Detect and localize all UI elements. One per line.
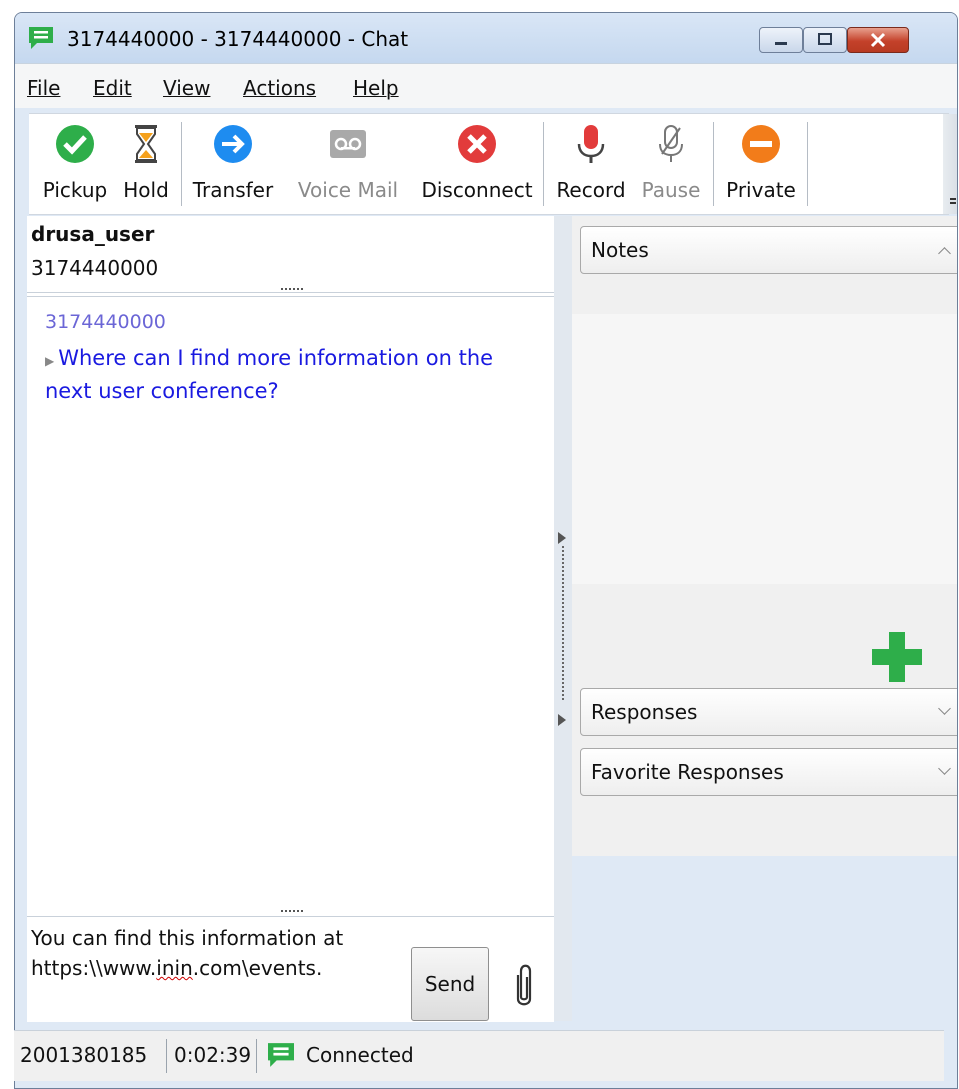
pause-button[interactable]: Pause bbox=[635, 124, 707, 210]
notes-label: Notes bbox=[591, 238, 649, 262]
collapse-arrow-icon[interactable] bbox=[558, 714, 566, 726]
record-label: Record bbox=[556, 178, 626, 202]
menu-bar: File Edit View Actions Help bbox=[15, 63, 957, 108]
microphone-icon bbox=[577, 125, 605, 163]
menu-view[interactable]: View bbox=[163, 76, 210, 100]
chat-transcript[interactable]: 3174440000 ▶ Where can I find more inform… bbox=[27, 296, 554, 907]
compose-area[interactable]: You can find this information at https:\… bbox=[27, 916, 554, 1022]
transfer-button[interactable]: Transfer bbox=[191, 124, 275, 210]
call-timer: 0:02:39 bbox=[174, 1043, 252, 1067]
close-icon bbox=[870, 32, 886, 48]
check-icon bbox=[56, 125, 94, 163]
spelling-error: inin bbox=[156, 956, 193, 980]
voicemail-button[interactable]: Voice Mail bbox=[289, 124, 407, 210]
chevron-down-icon bbox=[938, 702, 951, 715]
hold-label: Hold bbox=[123, 178, 169, 202]
maximize-icon bbox=[818, 33, 832, 45]
minimize-button[interactable] bbox=[759, 27, 803, 53]
pickup-label: Pickup bbox=[42, 178, 108, 202]
minimize-icon bbox=[775, 42, 787, 45]
pane-splitter[interactable] bbox=[554, 216, 572, 1021]
toolbar-separator bbox=[543, 122, 544, 206]
disconnect-label: Disconnect bbox=[421, 178, 533, 202]
title-bar: 3174440000 - 3174440000 - Chat bbox=[15, 13, 957, 63]
close-button[interactable] bbox=[847, 27, 909, 53]
menu-actions[interactable]: Actions bbox=[243, 76, 316, 100]
toolbar-separator bbox=[807, 122, 808, 206]
responses-label: Responses bbox=[591, 700, 698, 724]
menu-edit[interactable]: Edit bbox=[93, 76, 132, 100]
transfer-arrow-icon bbox=[214, 125, 252, 163]
menu-help[interactable]: Help bbox=[353, 76, 399, 100]
send-button[interactable]: Send bbox=[411, 947, 489, 1021]
microphone-muted-icon bbox=[659, 125, 683, 162]
private-minus-icon bbox=[742, 125, 780, 163]
conversation-pane: drusa_user 3174440000 3174440000 ▶ Where … bbox=[27, 216, 554, 1022]
resize-grip[interactable] bbox=[281, 288, 303, 293]
contact-number: 3174440000 bbox=[31, 256, 159, 280]
favorite-responses-label: Favorite Responses bbox=[591, 760, 784, 784]
contact-name: drusa_user bbox=[31, 222, 155, 246]
expand-arrow-icon: ▶ bbox=[45, 354, 55, 368]
message-body: Where can I find more information on the… bbox=[45, 346, 494, 403]
toolbar-overflow-button[interactable] bbox=[943, 114, 957, 214]
connection-status: Connected bbox=[306, 1043, 414, 1067]
notes-expander[interactable]: Notes bbox=[580, 226, 957, 274]
menu-file[interactable]: File bbox=[27, 76, 60, 100]
status-bar: 2001380185 0:02:39 Connected bbox=[14, 1030, 944, 1081]
side-panel: Notes Responses Favorite Responses bbox=[572, 216, 957, 856]
pickup-button[interactable]: Pickup bbox=[37, 124, 113, 210]
compose-line: https:\\www.inin.com\events. bbox=[31, 953, 391, 983]
favorite-responses-dropdown[interactable]: Favorite Responses bbox=[580, 748, 957, 796]
notes-area[interactable] bbox=[572, 314, 957, 584]
hold-button[interactable]: Hold bbox=[115, 124, 177, 210]
contact-header: drusa_user 3174440000 bbox=[27, 216, 554, 293]
record-button[interactable]: Record bbox=[551, 124, 631, 210]
responses-dropdown[interactable]: Responses bbox=[580, 688, 957, 736]
compose-text-segment: https:\\www. bbox=[31, 956, 157, 980]
private-label: Private bbox=[726, 178, 796, 202]
add-plus-icon[interactable] bbox=[872, 632, 922, 682]
disconnect-button[interactable]: Disconnect bbox=[415, 124, 539, 210]
status-separator bbox=[256, 1039, 257, 1073]
call-toolbar: Pickup Hold Transfer Voice Mail Disconne… bbox=[29, 113, 957, 215]
chat-status-icon bbox=[268, 1043, 294, 1067]
paperclip-icon[interactable] bbox=[511, 961, 537, 1013]
toolbar-separator bbox=[181, 122, 182, 206]
chevron-down-icon bbox=[938, 762, 951, 775]
compose-text-segment: .com\events. bbox=[192, 956, 323, 980]
status-separator bbox=[166, 1039, 167, 1073]
collapse-arrow-icon[interactable] bbox=[558, 532, 566, 544]
pause-label: Pause bbox=[641, 178, 701, 202]
window-title: 3174440000 - 3174440000 - Chat bbox=[67, 27, 409, 51]
compose-input[interactable]: You can find this information at https:\… bbox=[31, 923, 391, 983]
transfer-label: Transfer bbox=[192, 178, 274, 202]
message-text: ▶ Where can I find more information on th… bbox=[45, 343, 535, 406]
toolbar-separator bbox=[713, 122, 714, 206]
voicemail-label: Voice Mail bbox=[297, 178, 399, 202]
chevron-up-icon bbox=[938, 247, 951, 260]
chat-window: 3174440000 - 3174440000 - Chat File Edit… bbox=[14, 12, 958, 1089]
maximize-button[interactable] bbox=[803, 27, 847, 53]
voicemail-icon bbox=[330, 130, 366, 158]
private-button[interactable]: Private bbox=[721, 124, 801, 210]
resize-grip[interactable] bbox=[281, 910, 303, 915]
chat-icon bbox=[29, 27, 53, 49]
splitter-grip bbox=[562, 546, 566, 700]
compose-line: You can find this information at bbox=[31, 926, 344, 950]
hourglass-icon bbox=[135, 125, 157, 163]
interaction-id: 2001380185 bbox=[20, 1043, 148, 1067]
disconnect-x-icon bbox=[458, 125, 496, 163]
message-sender: 3174440000 bbox=[45, 311, 166, 333]
